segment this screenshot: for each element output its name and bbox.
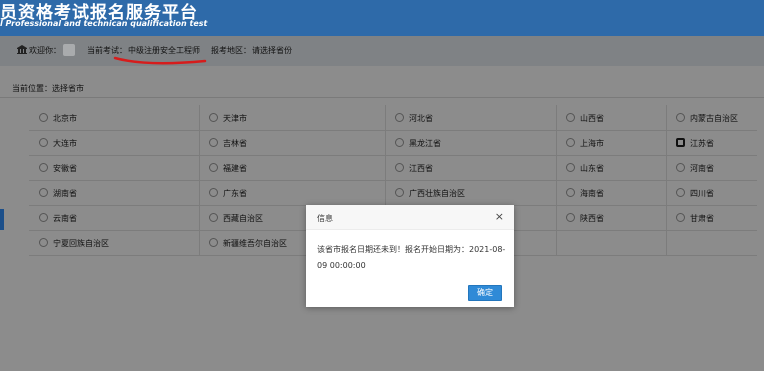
province-option[interactable]: 北京市	[29, 105, 199, 130]
province-option[interactable]: 上海市	[556, 130, 666, 155]
province-label: 山东省	[580, 164, 604, 173]
region-value: 请选择省份	[252, 46, 292, 55]
province-radio[interactable]	[209, 138, 218, 147]
province-radio[interactable]	[676, 213, 685, 222]
province-radio[interactable]	[39, 113, 48, 122]
province-radio[interactable]	[209, 113, 218, 122]
platform-subtitle: l Professional and technican qualificati…	[0, 19, 208, 28]
province-label: 云南省	[53, 214, 77, 223]
info-dialog: 信息 × 该省市报名日期还未到！报名开始日期为：2021-08-09 00:00…	[306, 205, 514, 307]
province-label: 广西壮族自治区	[409, 189, 465, 198]
province-label: 海南省	[580, 189, 604, 198]
province-option[interactable]: 山东省	[556, 155, 666, 180]
province-label: 宁夏回族自治区	[53, 239, 109, 248]
province-label: 福建省	[223, 164, 247, 173]
province-option[interactable]: 海南省	[556, 180, 666, 205]
province-label: 天津市	[223, 114, 247, 123]
province-option[interactable]: 云南省	[29, 205, 199, 230]
province-label: 广东省	[223, 189, 247, 198]
breadcrumb-divider	[0, 97, 764, 98]
province-radio[interactable]	[39, 163, 48, 172]
province-option[interactable]: 黑龙江省	[385, 130, 556, 155]
province-radio[interactable]	[209, 213, 218, 222]
province-option[interactable]: 大连市	[29, 130, 199, 155]
province-option[interactable]: 湖南省	[29, 180, 199, 205]
province-radio[interactable]	[395, 163, 404, 172]
province-option[interactable]: 广西壮族自治区	[385, 180, 556, 205]
avatar	[63, 44, 75, 56]
welcome-label: 欢迎你：	[29, 46, 61, 55]
dialog-title: 信息	[317, 214, 333, 223]
province-radio[interactable]	[676, 113, 685, 122]
province-option[interactable]: 河南省	[666, 155, 757, 180]
province-label: 安徽省	[53, 164, 77, 173]
province-label: 河南省	[690, 164, 714, 173]
province-label: 北京市	[53, 114, 77, 123]
current-exam-value: 中级注册安全工程师	[128, 46, 200, 55]
province-label: 陕西省	[580, 214, 604, 223]
region-label: 报考地区：	[211, 46, 251, 55]
province-radio[interactable]	[39, 188, 48, 197]
province-radio[interactable]	[566, 213, 575, 222]
province-label: 黑龙江省	[409, 139, 441, 148]
dialog-header: 信息 ×	[306, 205, 514, 230]
province-option[interactable]: 吉林省	[199, 130, 385, 155]
province-radio[interactable]	[566, 138, 575, 147]
province-label: 江苏省	[690, 139, 714, 148]
province-option[interactable]: 内蒙古自治区	[666, 105, 757, 130]
province-radio[interactable]	[395, 188, 404, 197]
province-radio[interactable]	[39, 138, 48, 147]
province-radio[interactable]	[209, 238, 218, 247]
province-label: 甘肃省	[690, 214, 714, 223]
province-option[interactable]: 山西省	[556, 105, 666, 130]
province-label: 大连市	[53, 139, 77, 148]
dialog-message: 该省市报名日期还未到！报名开始日期为：2021-08-09 00:00:00	[317, 245, 506, 270]
breadcrumb: 当前位置：选择省市	[12, 84, 84, 93]
province-option[interactable]: 宁夏回族自治区	[29, 230, 199, 255]
province-label: 江西省	[409, 164, 433, 173]
province-label: 内蒙古自治区	[690, 114, 738, 123]
province-option[interactable]: 河北省	[385, 105, 556, 130]
province-label: 四川省	[690, 189, 714, 198]
province-option[interactable]: 四川省	[666, 180, 757, 205]
province-option[interactable]: 安徽省	[29, 155, 199, 180]
province-radio[interactable]	[676, 138, 685, 147]
close-icon[interactable]: ×	[495, 210, 504, 223]
province-radio[interactable]	[39, 238, 48, 247]
province-radio[interactable]	[566, 113, 575, 122]
province-radio[interactable]	[39, 213, 48, 222]
confirm-button[interactable]: 确定	[468, 285, 502, 301]
province-option[interactable]: 天津市	[199, 105, 385, 130]
province-option[interactable]: 广东省	[199, 180, 385, 205]
province-radio[interactable]	[209, 188, 218, 197]
current-exam-label: 当前考试：	[87, 46, 127, 55]
side-tab[interactable]	[0, 209, 4, 230]
province-label: 吉林省	[223, 139, 247, 148]
province-label: 西藏自治区	[223, 214, 263, 223]
province-option[interactable]: 陕西省	[556, 205, 666, 230]
province-option[interactable]: 福建省	[199, 155, 385, 180]
province-option[interactable]: 江西省	[385, 155, 556, 180]
province-radio[interactable]	[209, 163, 218, 172]
province-label: 山西省	[580, 114, 604, 123]
home-icon	[17, 45, 27, 54]
province-label: 新疆维吾尔自治区	[223, 239, 287, 248]
province-label: 湖南省	[53, 189, 77, 198]
province-radio[interactable]	[395, 113, 404, 122]
province-option[interactable]: 江苏省	[666, 130, 757, 155]
province-radio[interactable]	[676, 188, 685, 197]
app-header: 员资格考试报名服务平台 l Professional and technican…	[0, 0, 764, 36]
province-option[interactable]: 甘肃省	[666, 205, 757, 230]
province-label: 上海市	[580, 139, 604, 148]
province-label: 河北省	[409, 114, 433, 123]
province-radio[interactable]	[395, 138, 404, 147]
province-radio[interactable]	[676, 163, 685, 172]
province-radio[interactable]	[566, 188, 575, 197]
province-radio[interactable]	[566, 163, 575, 172]
